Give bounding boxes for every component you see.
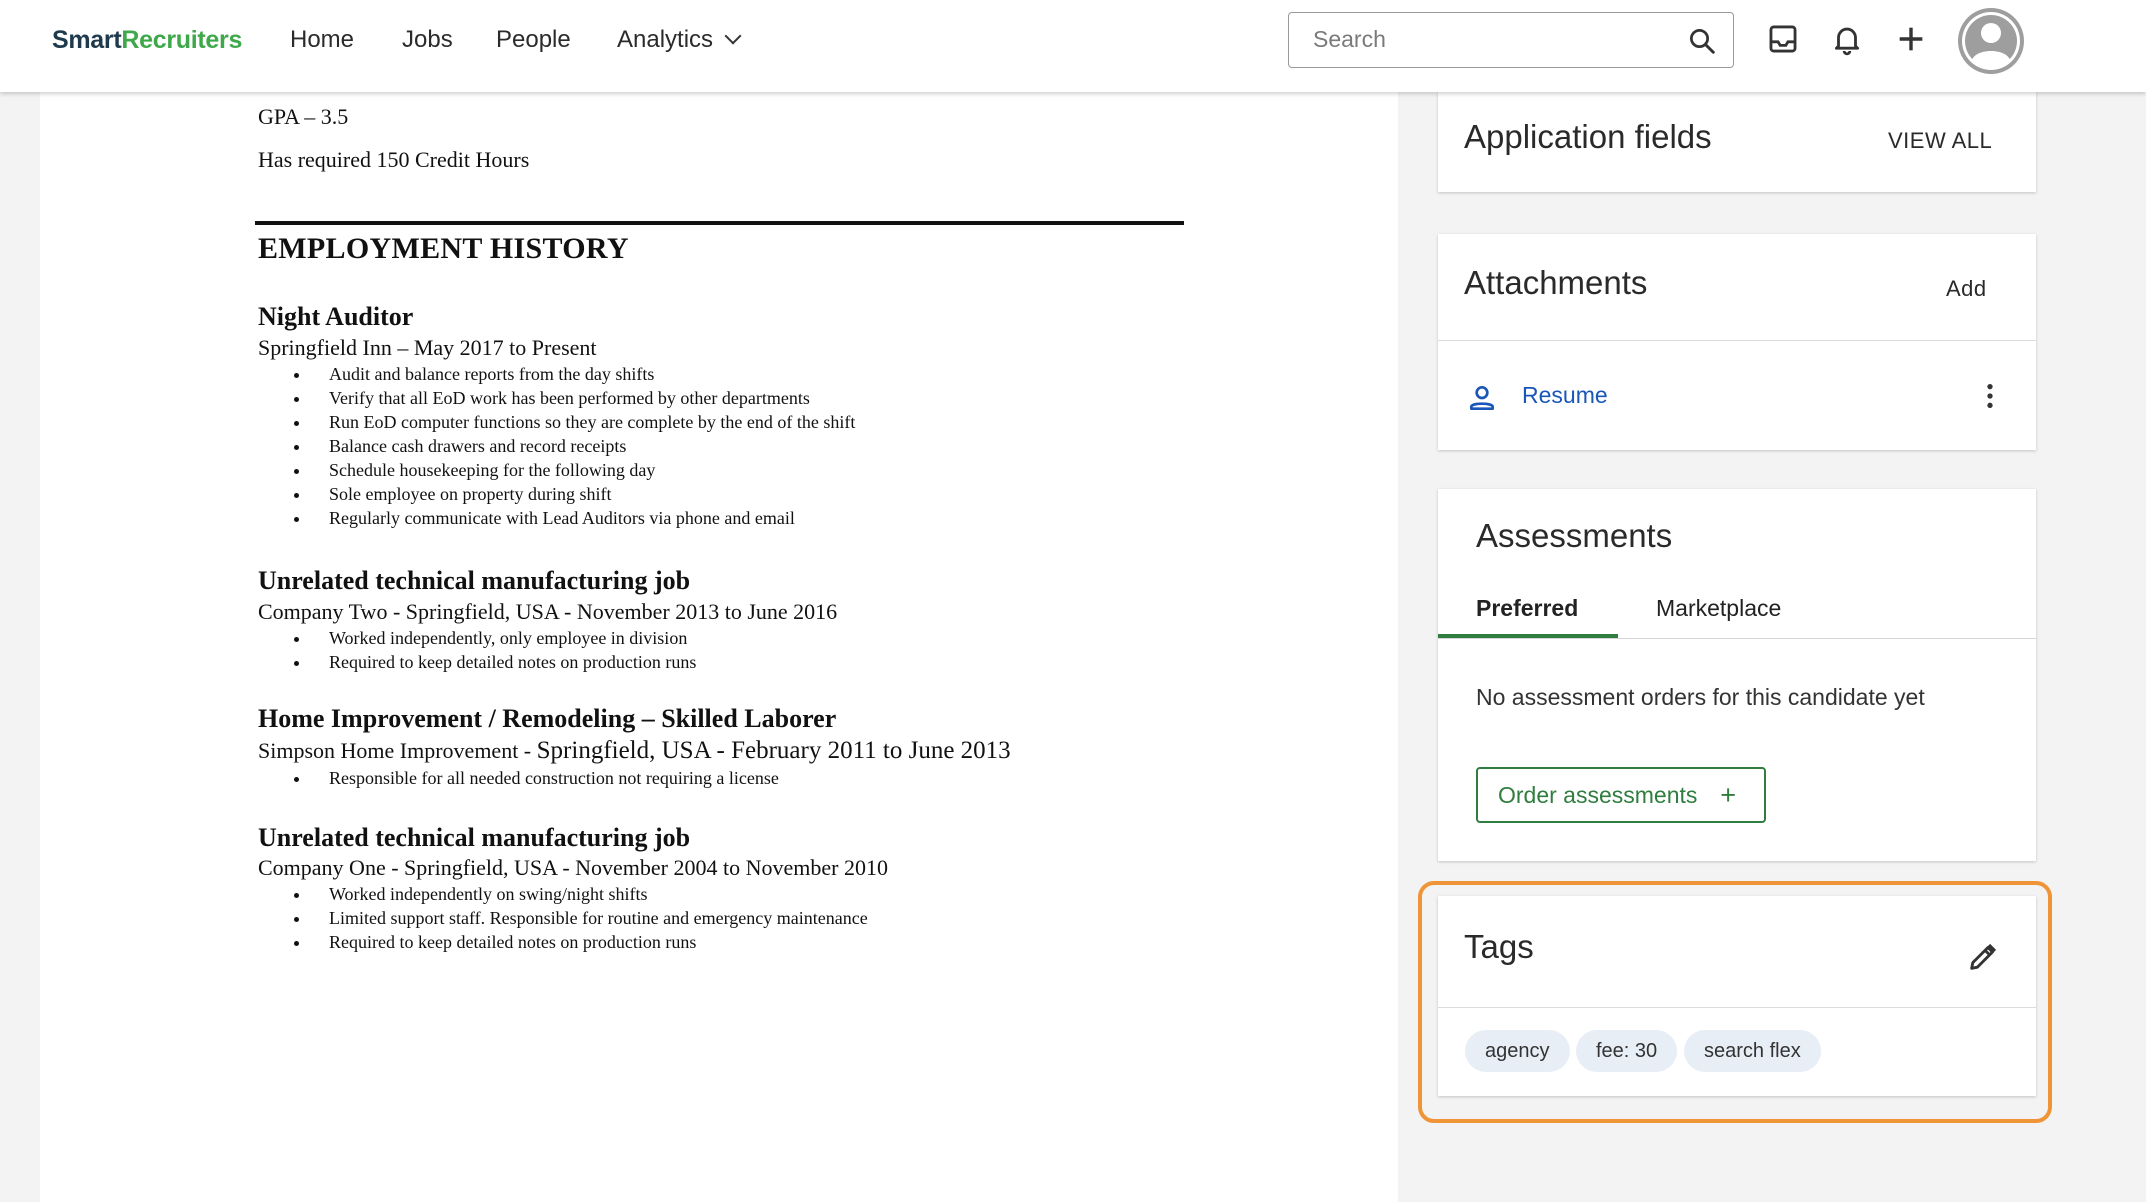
job-company: Simpson Home Improvement - Springfield, …	[258, 737, 1011, 765]
order-assessments-label: Order assessments	[1498, 781, 1698, 808]
tag-chip[interactable]: fee: 30	[1576, 1030, 1678, 1072]
application-fields-title: Application fields	[1464, 118, 1712, 155]
inbox-icon[interactable]	[1766, 22, 1800, 56]
job-title: Home Improvement / Remodeling – Skilled …	[258, 704, 837, 733]
job-company: Company Two - Springfield, USA - Novembe…	[258, 599, 838, 624]
attachments-title: Attachments	[1464, 264, 1648, 301]
user-avatar[interactable]	[1958, 8, 2024, 74]
tab-marketplace[interactable]: Marketplace	[1656, 595, 1781, 622]
plus-icon[interactable]	[1894, 22, 1928, 56]
job-location-dates: Springfield, USA - February 2011 to June…	[536, 737, 1011, 764]
job-bullets: Responsible for all needed construction …	[289, 766, 779, 790]
chevron-down-icon	[724, 27, 742, 45]
tags-card: Tags agency fee: 30 search flex	[1438, 896, 2036, 1096]
assessments-title: Assessments	[1476, 517, 1673, 554]
tag-chip[interactable]: agency	[1465, 1030, 1570, 1072]
job-bullet: Required to keep detailed notes on produ…	[311, 930, 868, 954]
avatar-icon	[1962, 12, 2020, 70]
tab-preferred[interactable]: Preferred	[1476, 595, 1578, 622]
resume-attachment-link[interactable]: Resume	[1522, 382, 1608, 409]
card-divider	[1438, 1007, 2036, 1008]
job-company: Company One - Springfield, USA - Novembe…	[258, 855, 888, 880]
job-bullet: Schedule housekeeping for the following …	[311, 458, 855, 482]
order-assessments-button[interactable]: Order assessments +	[1476, 767, 1766, 823]
bell-icon[interactable]	[1830, 22, 1864, 56]
add-attachment-button[interactable]: Add	[1946, 276, 1987, 302]
tags-title: Tags	[1464, 928, 1534, 965]
job-title: Unrelated technical manufacturing job	[258, 823, 691, 852]
assessments-card: Assessments Preferred Marketplace No ass…	[1438, 489, 2036, 861]
job-bullets: Worked independently, only employee in d…	[289, 626, 696, 674]
smartrecruiters-logo[interactable]: SmartRecruiters	[52, 26, 242, 55]
more-options-icon[interactable]	[1974, 380, 2006, 412]
job-bullets: Worked independently on swing/night shif…	[289, 882, 868, 954]
no-assessments-message: No assessment orders for this candidate …	[1476, 684, 1925, 710]
nav-home[interactable]: Home	[290, 26, 354, 54]
job-bullet: Worked independently on swing/night shif…	[311, 882, 868, 906]
job-bullet: Limited support staff. Responsible for r…	[311, 906, 868, 930]
job-bullet: Sole employee on property during shift	[311, 482, 855, 506]
job-title: Night Auditor	[258, 302, 414, 331]
attachments-card: Attachments Add Resume	[1438, 234, 2036, 450]
nav-analytics[interactable]: Analytics	[617, 26, 742, 54]
job-bullet: Worked independently, only employee in d…	[311, 626, 696, 650]
job-bullet: Responsible for all needed construction …	[311, 766, 779, 790]
job-bullet: Balance cash drawers and record receipts	[311, 434, 855, 458]
job-bullet: Required to keep detailed notes on produ…	[311, 650, 696, 674]
job-bullet: Regularly communicate with Lead Auditors…	[311, 506, 855, 530]
section-divider	[255, 221, 1184, 225]
nav-jobs[interactable]: Jobs	[402, 26, 453, 54]
application-fields-card: Application fields VIEW ALL	[1438, 92, 2036, 192]
top-navigation-bar: SmartRecruiters Home Jobs People Analyti…	[0, 0, 2146, 92]
job-title: Unrelated technical manufacturing job	[258, 566, 691, 595]
job-bullet: Run EoD computer functions so they are c…	[311, 410, 855, 434]
plus-icon: +	[1720, 780, 1736, 810]
resume-credit-hours: Has required 150 Credit Hours	[258, 147, 530, 172]
resume-viewer: GPA – 3.5 Has required 150 Credit Hours …	[40, 92, 1398, 1202]
job-bullet: Audit and balance reports from the day s…	[311, 362, 855, 386]
employment-history-heading: EMPLOYMENT HISTORY	[258, 232, 629, 265]
edit-pencil-icon[interactable]	[1966, 940, 2000, 974]
nav-analytics-label: Analytics	[617, 26, 714, 53]
logo-text-smart: Smart	[52, 26, 122, 54]
resume-gpa: GPA – 3.5	[258, 104, 349, 129]
job-company-name: Simpson Home Improvement -	[258, 738, 537, 763]
tabs-divider	[1438, 638, 2036, 639]
job-company: Springfield Inn – May 2017 to Present	[258, 335, 597, 360]
search-box	[1288, 12, 1734, 68]
card-divider	[1438, 340, 2036, 341]
search-icon[interactable]	[1687, 26, 1717, 56]
job-bullets: Audit and balance reports from the day s…	[289, 362, 855, 530]
person-icon	[1470, 386, 1494, 410]
nav-people[interactable]: People	[496, 26, 571, 54]
job-bullet: Verify that all EoD work has been perfor…	[311, 386, 855, 410]
logo-text-recruiters: Recruiters	[121, 26, 243, 54]
view-all-button[interactable]: VIEW ALL	[1888, 128, 1992, 154]
search-input[interactable]	[1289, 13, 1717, 66]
tag-chip[interactable]: search flex	[1684, 1030, 1821, 1072]
